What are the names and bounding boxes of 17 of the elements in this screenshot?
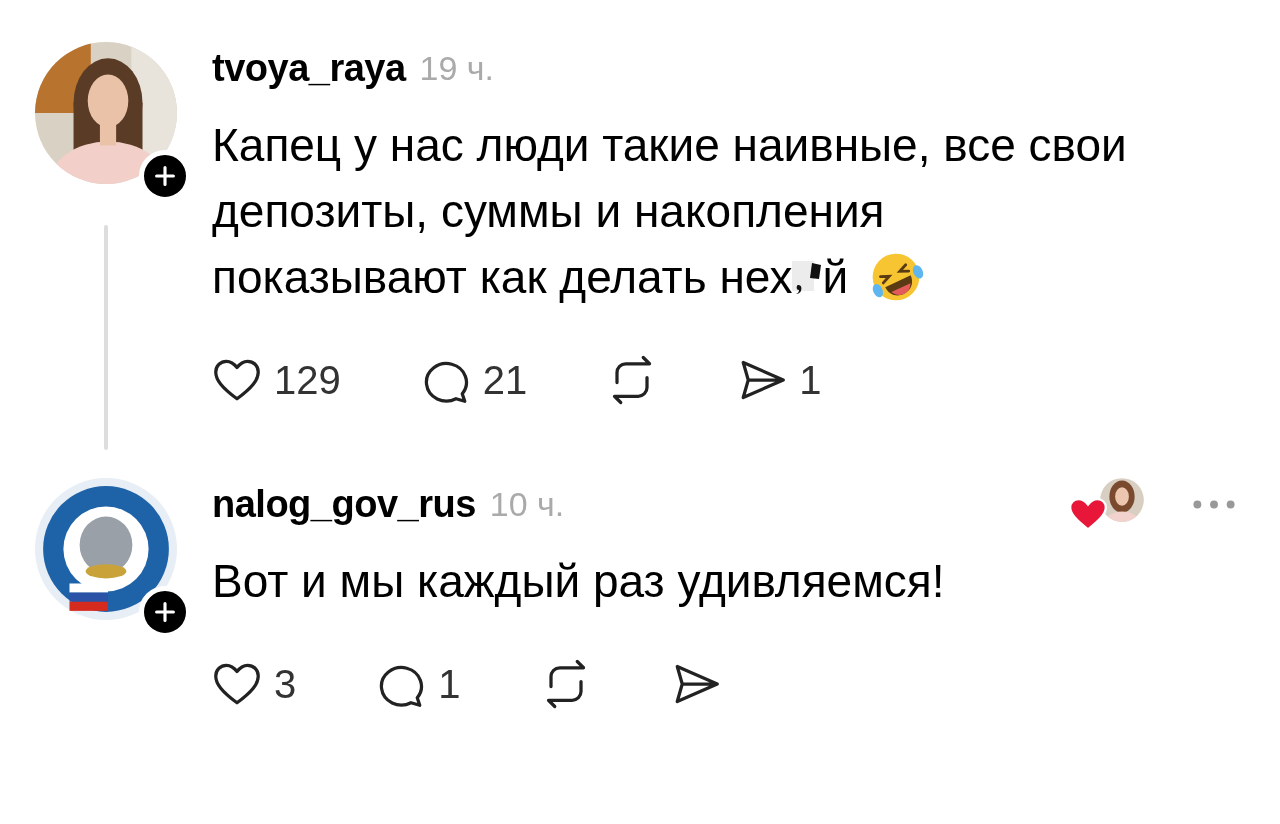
comment-text: Капец у нас люди такие наивные, все свои: [212, 118, 1127, 173]
plus-icon: [153, 600, 177, 624]
comment-text: Вот и мы каждый раз удивляемся!: [212, 554, 945, 609]
reply-button[interactable]: 21: [420, 355, 528, 405]
comment-text: депозиты, суммы и накопления: [212, 184, 885, 239]
timestamp: 19 ч.: [419, 48, 495, 88]
share-button[interactable]: 1: [737, 355, 822, 405]
username[interactable]: tvoya_raya: [212, 46, 406, 90]
username[interactable]: nalog_gov_rus: [212, 482, 476, 526]
comment-text: показывают как делать нех: [212, 250, 793, 305]
plus-icon: [153, 164, 177, 188]
like-button[interactable]: 129: [212, 355, 341, 405]
more-icon: [1193, 499, 1235, 509]
like-button[interactable]: 3: [212, 659, 297, 709]
timestamp: 10 ч.: [489, 484, 565, 524]
comment-text: й: [822, 250, 849, 305]
reply-button[interactable]: 1: [376, 659, 461, 709]
